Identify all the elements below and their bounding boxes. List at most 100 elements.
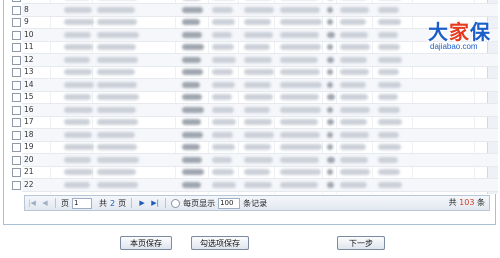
redacted-cell (182, 56, 201, 63)
redacted-cell (212, 44, 234, 50)
redacted-cell (64, 169, 93, 175)
redacted-cell (97, 156, 139, 163)
next-page-icon[interactable]: ▶ (137, 198, 147, 208)
redacted-cell (97, 181, 138, 188)
per-page-radio[interactable] (171, 198, 181, 208)
redacted-cell (327, 181, 334, 188)
redacted-cell (64, 144, 94, 150)
redacted-cell (378, 19, 401, 25)
redacted-cell (327, 44, 333, 50)
row-checkbox[interactable] (12, 155, 21, 165)
redacted-cell (327, 56, 334, 63)
row-checkbox[interactable] (12, 105, 21, 115)
redacted-cell (327, 131, 333, 138)
table-row[interactable]: 20 (22, 153, 498, 167)
redacted-cell (280, 119, 318, 125)
row-number: 14 (24, 79, 34, 89)
redacted-cell (182, 156, 202, 163)
row-checkbox[interactable] (12, 130, 21, 140)
first-page-icon[interactable]: |◀ (27, 198, 37, 208)
redacted-cell (244, 6, 274, 13)
row-number: 21 (24, 167, 34, 176)
table-row[interactable]: 19 (22, 141, 498, 154)
redacted-cell (280, 94, 319, 100)
table-row[interactable]: 17 (22, 116, 498, 129)
redacted-cell (340, 156, 368, 163)
row-checkbox[interactable] (12, 0, 21, 2)
row-number: 16 (24, 104, 34, 114)
row-number: 10 (24, 29, 34, 39)
row-number: 12 (24, 54, 34, 64)
redacted-cell (64, 56, 90, 63)
redacted-cell (327, 94, 335, 100)
table-row[interactable]: 16 (22, 103, 498, 117)
row-checkbox[interactable] (12, 5, 21, 15)
row-checkbox[interactable] (12, 118, 21, 127)
row-checkbox[interactable] (12, 168, 21, 177)
table-row[interactable]: 13 (22, 66, 498, 79)
table-row[interactable]: 14 (22, 78, 498, 92)
redacted-cell (182, 31, 202, 38)
redacted-cell (340, 6, 369, 13)
redacted-cell (182, 19, 200, 25)
row-checkbox[interactable] (12, 30, 21, 40)
redacted-cell (64, 119, 90, 125)
row-number: 17 (24, 117, 34, 126)
row-checkbox[interactable] (12, 180, 21, 190)
redacted-cell (182, 81, 200, 88)
redacted-cell (280, 131, 320, 138)
total-records-suffix: 条 (477, 198, 485, 207)
table-row[interactable]: 12 (22, 53, 498, 67)
redacted-cell (212, 144, 235, 150)
watermark-char-da: 大 (428, 20, 449, 44)
redacted-cell (244, 69, 274, 75)
redacted-cell (340, 144, 366, 150)
row-checkbox[interactable] (12, 18, 21, 27)
row-checkbox[interactable] (12, 143, 21, 152)
redacted-cell (280, 156, 319, 163)
redacted-cell (378, 156, 398, 163)
next-step-button[interactable]: 下一步 (337, 236, 385, 250)
row-checkbox[interactable] (12, 80, 21, 90)
pagination-bar: |◀ ◀ 页 1 共 2 页 ▶ ▶| 每页显示 100 条记录 共 103 条 (24, 195, 490, 211)
redacted-cell (64, 31, 91, 38)
table-row[interactable]: 15 (22, 91, 498, 104)
row-checkbox[interactable] (12, 55, 21, 65)
redacted-cell (212, 19, 235, 25)
table-row[interactable]: 18 (22, 128, 498, 142)
table-row[interactable]: 22 (22, 178, 498, 192)
redacted-cell (64, 81, 94, 88)
table-row[interactable]: 21 (22, 166, 498, 179)
per-page-input[interactable]: 100 (218, 197, 241, 209)
redacted-cell (64, 19, 94, 25)
redacted-cell (340, 169, 370, 175)
last-page-icon[interactable]: ▶| (150, 198, 160, 208)
row-number: 15 (24, 92, 34, 101)
redacted-cell (182, 69, 203, 75)
prev-page-icon[interactable]: ◀ (40, 198, 50, 208)
row-checkbox[interactable] (12, 93, 21, 102)
redacted-cell (280, 169, 321, 175)
redacted-cell (378, 94, 398, 100)
redacted-cell (64, 156, 91, 163)
redacted-cell (64, 131, 92, 138)
current-page-input[interactable]: 1 (72, 197, 92, 209)
redacted-cell (64, 181, 90, 188)
redacted-cell (378, 44, 400, 50)
redacted-cell (378, 131, 399, 138)
row-number: 18 (24, 129, 34, 139)
redacted-cell (244, 106, 270, 113)
redacted-cell (327, 106, 333, 113)
redacted-cell (327, 156, 335, 163)
redacted-cell (244, 81, 271, 88)
redacted-cell (182, 6, 203, 13)
watermark-logo-mark: 大家保 (428, 16, 491, 45)
row-number: 22 (24, 179, 34, 189)
row-checkbox[interactable] (12, 43, 21, 52)
save-selected-button[interactable]: 勾选项保存 (191, 236, 249, 250)
redacted-cell (280, 81, 322, 88)
redacted-cell (340, 81, 366, 88)
redacted-cell (212, 81, 235, 88)
row-checkbox[interactable] (12, 68, 21, 77)
save-page-button[interactable]: 本页保存 (120, 236, 172, 250)
